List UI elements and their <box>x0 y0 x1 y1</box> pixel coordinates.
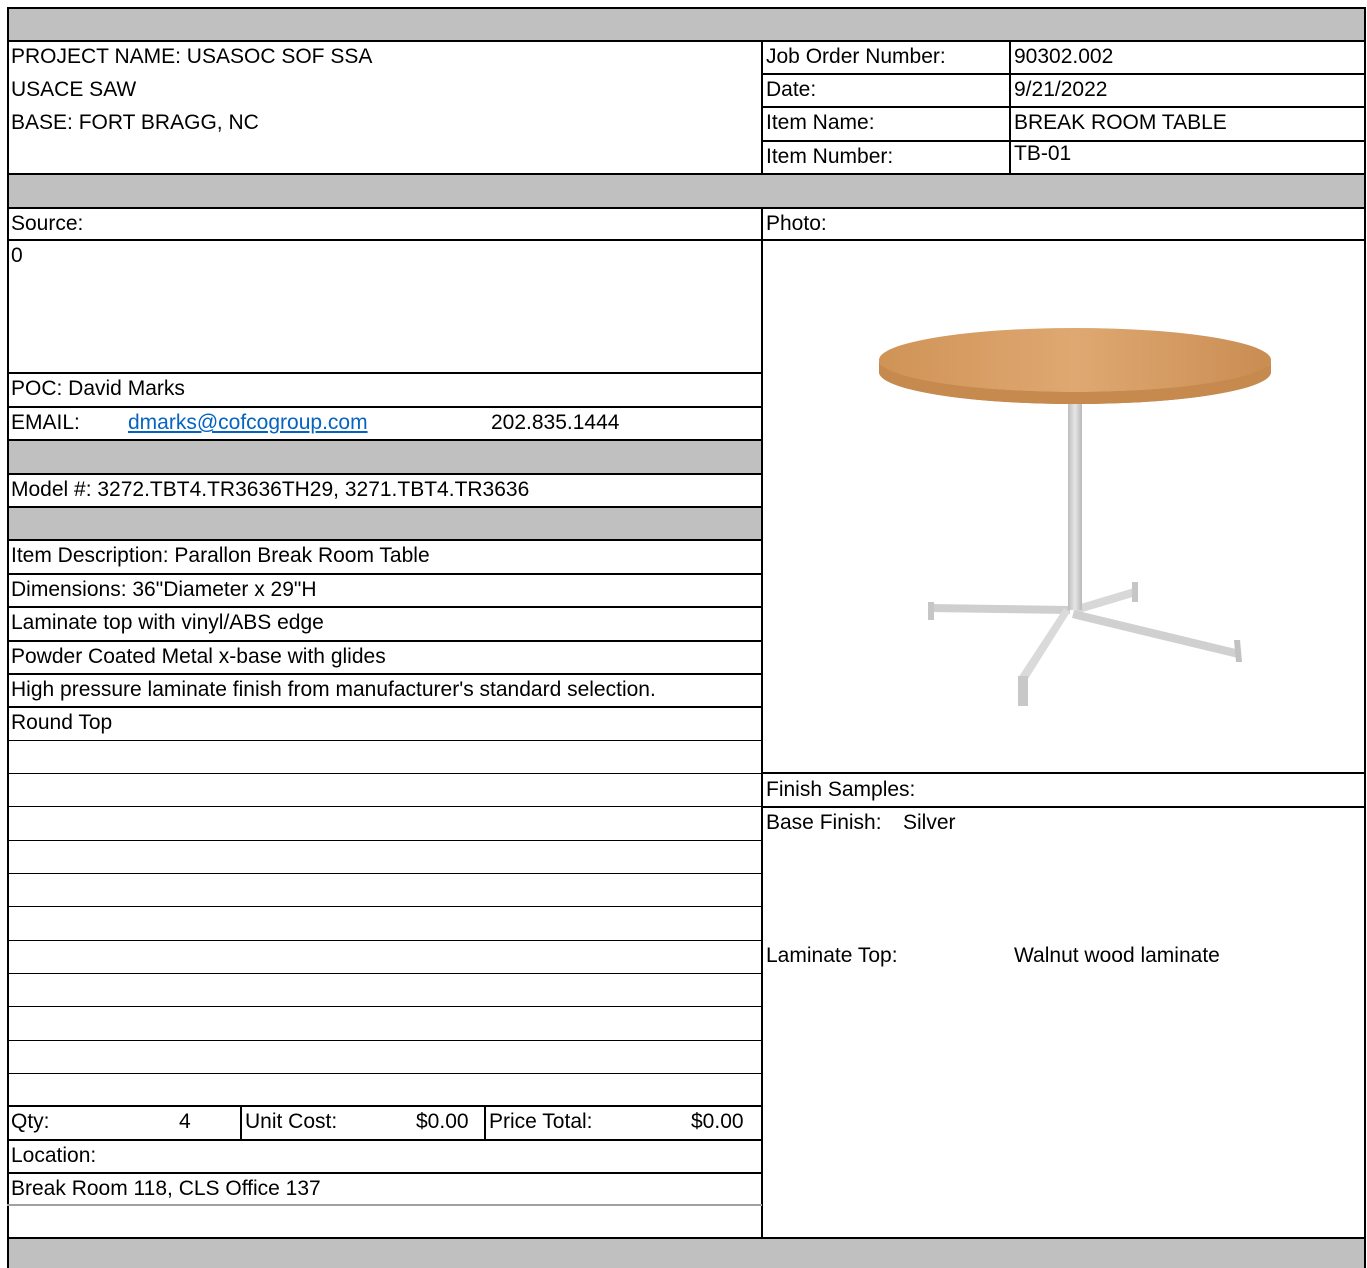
item-number-value: TB-01 <box>1014 142 1072 165</box>
rule <box>7 873 762 874</box>
border-top <box>7 7 1366 9</box>
description-line: High pressure laminate finish from manuf… <box>11 678 656 701</box>
product-photo <box>870 320 1290 720</box>
border-right <box>1364 7 1366 1268</box>
rule <box>7 806 762 807</box>
rule <box>7 406 762 408</box>
price-total-value: $0.00 <box>691 1110 744 1133</box>
x-base <box>928 582 1242 706</box>
rule <box>7 239 1366 241</box>
unit-cost-label: Unit Cost: <box>245 1110 338 1133</box>
base-location: BASE: FORT BRAGG, NC <box>11 111 259 134</box>
rule <box>7 207 1366 209</box>
date-label: Date: <box>766 78 817 101</box>
description-line: Item Description: Parallon Break Room Ta… <box>11 544 430 567</box>
rule <box>7 506 762 508</box>
source-value: 0 <box>11 244 23 267</box>
model-divider-band <box>8 507 762 540</box>
email-link[interactable]: dmarks@cofcogroup.com <box>125 407 368 439</box>
base-finish-label: Base Finish: <box>766 811 882 834</box>
description-line: Powder Coated Metal x-base with glides <box>11 645 386 668</box>
rule <box>7 1139 762 1141</box>
item-name-value: BREAK ROOM TABLE <box>1014 111 1227 134</box>
rule <box>7 1105 762 1107</box>
qty-value: 4 <box>179 1110 191 1133</box>
job-order-value: 90302.002 <box>1014 45 1114 68</box>
main-column-divider <box>761 207 763 1239</box>
item-number-label: Item Number: <box>766 145 894 168</box>
item-name-label: Item Name: <box>766 111 875 134</box>
email-label: EMAIL: <box>11 411 80 434</box>
price-total-label: Price Total: <box>489 1110 593 1133</box>
rule <box>7 439 762 441</box>
rule <box>7 1073 762 1074</box>
laminate-top-value: Walnut wood laminate <box>1014 944 1220 967</box>
laminate-top-label: Laminate Top: <box>766 944 898 967</box>
agency: USACE SAW <box>11 78 137 101</box>
rule <box>7 1237 1366 1239</box>
date-value: 9/21/2022 <box>1014 78 1108 101</box>
top-band <box>8 8 1365 40</box>
job-order-label: Job Order Number: <box>766 45 946 68</box>
location-label: Location: <box>11 1144 97 1167</box>
bottom-band <box>8 1238 1365 1268</box>
rule <box>7 773 762 774</box>
table-column <box>1068 390 1082 610</box>
poc: POC: David Marks <box>11 377 185 400</box>
rule <box>7 1006 762 1007</box>
unit-cost-value: $0.00 <box>416 1110 469 1133</box>
phone: 202.835.1444 <box>491 411 620 434</box>
section-divider-band <box>8 174 1365 207</box>
rule <box>7 740 762 741</box>
location-value: Break Room 118, CLS Office 137 <box>11 1177 321 1200</box>
description-line: Laminate top with vinyl/ABS edge <box>11 611 324 634</box>
source-divider-band <box>8 440 762 473</box>
rule <box>7 1040 762 1041</box>
rule <box>7 706 762 708</box>
table-top <box>879 328 1271 404</box>
photo-label: Photo: <box>766 212 827 235</box>
rule <box>7 173 1366 175</box>
rule <box>7 1204 762 1206</box>
base-finish-value: Silver <box>903 811 956 834</box>
rule <box>7 906 762 907</box>
project-name: PROJECT NAME: USASOC SOF SSA <box>11 45 373 68</box>
description-line: Dimensions: 36"Diameter x 29"H <box>11 578 317 601</box>
model-number: Model #: 3272.TBT4.TR3636TH29, 3271.TBT4… <box>11 478 530 501</box>
rule <box>7 940 762 941</box>
finish-samples-label: Finish Samples: <box>766 778 916 801</box>
description-line: Round Top <box>11 711 113 734</box>
rule <box>7 973 762 974</box>
qty-label: Qty: <box>11 1110 50 1133</box>
rule <box>7 840 762 841</box>
source-label: Source: <box>11 212 84 235</box>
